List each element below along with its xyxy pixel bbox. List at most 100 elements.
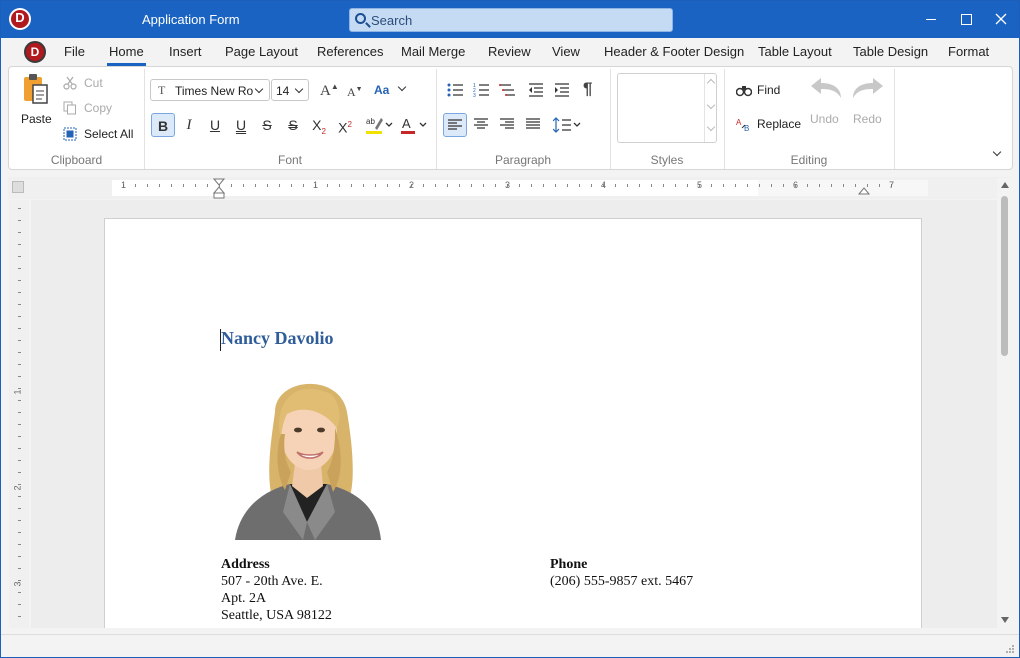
grow-font-button[interactable]: A▲: [320, 82, 339, 100]
italic-button[interactable]: I: [177, 113, 201, 137]
more-styles-icon: [706, 122, 716, 132]
underline-button[interactable]: U: [203, 113, 227, 137]
svg-text:3: 3: [473, 93, 476, 97]
highlight-color-icon[interactable]: ab: [365, 115, 393, 135]
ruler-tick: [747, 184, 748, 187]
vertical-ruler-tick: [18, 472, 21, 473]
font-color-icon[interactable]: A: [399, 115, 427, 135]
search-box[interactable]: [349, 8, 673, 32]
styles-gallery-scrollbar[interactable]: [704, 74, 716, 142]
ruler-tick: [375, 184, 376, 187]
align-right-button[interactable]: [495, 113, 519, 137]
scrollbar-thumb[interactable]: [1001, 196, 1008, 356]
superscript-button[interactable]: X2: [333, 113, 357, 137]
font-size-dropdown[interactable]: 14: [271, 79, 309, 101]
tab-review[interactable]: Review: [488, 44, 531, 59]
replace-button[interactable]: Replace: [757, 117, 801, 131]
scroll-up-icon[interactable]: [1001, 182, 1009, 188]
search-input[interactable]: [371, 11, 661, 29]
address-line-1[interactable]: 507 - 20th Ave. E.: [221, 574, 323, 590]
employee-photo[interactable]: [235, 372, 381, 540]
select-all-button[interactable]: Select All: [84, 127, 133, 141]
redo-icon: [853, 78, 883, 98]
app-window: D Application Form D File Home Insert Pa…: [0, 0, 1020, 658]
ruler-tick: [471, 184, 472, 187]
redo-button[interactable]: Redo: [853, 112, 882, 126]
tab-table-layout[interactable]: Table Layout: [758, 44, 832, 59]
vertical-ruler-tick: [18, 508, 21, 509]
phone-value[interactable]: (206) 555-9857 ext. 5467: [550, 574, 693, 590]
undo-icon: [811, 78, 841, 98]
ruler-tick: [735, 184, 736, 187]
vertical-ruler-tick: [18, 256, 21, 257]
first-line-indent-marker-icon[interactable]: [213, 178, 225, 200]
tab-format[interactable]: Format: [948, 44, 989, 59]
ruler-tick: [435, 184, 436, 187]
ruler-tick: [675, 184, 676, 187]
ruler-tick: [447, 184, 448, 187]
app-menu-logo-icon[interactable]: D: [24, 41, 46, 63]
app-logo-icon[interactable]: D: [9, 8, 31, 30]
paste-icon[interactable]: [21, 73, 51, 107]
strikethrough-button[interactable]: S: [255, 113, 279, 137]
document-canvas[interactable]: Nancy Davolio Address 507 - 20th Ave. E.…: [31, 200, 997, 628]
employee-name-heading[interactable]: Nancy Davolio: [221, 328, 334, 349]
tab-table-design[interactable]: Table Design: [853, 44, 928, 59]
ruler-tick: [819, 184, 820, 187]
double-strikethrough-button[interactable]: S: [281, 113, 305, 137]
line-spacing-icon[interactable]: [553, 117, 581, 133]
ruler-tick: [579, 184, 580, 187]
vertical-ruler-tick: [18, 244, 21, 245]
font-name-dropdown[interactable]: T Times New Roman: [150, 79, 270, 101]
tab-home[interactable]: Home: [107, 44, 146, 66]
tab-header-footer-design[interactable]: Header & Footer Design: [604, 44, 744, 59]
styles-gallery[interactable]: [617, 73, 717, 143]
close-button[interactable]: [983, 1, 1019, 38]
align-center-button[interactable]: [469, 113, 493, 137]
font-group-label: Font: [277, 153, 302, 167]
show-formatting-marks-icon[interactable]: ¶: [583, 79, 592, 99]
vertical-ruler-tick: [18, 316, 21, 317]
find-button[interactable]: Find: [757, 83, 780, 97]
ruler-tick: [243, 184, 244, 187]
cut-button[interactable]: Cut: [84, 76, 103, 90]
align-left-button[interactable]: [443, 113, 467, 137]
vertical-ruler[interactable]: 1 2 3: [9, 200, 29, 628]
chevron-up-icon: [706, 78, 716, 88]
collapse-ribbon-icon[interactable]: [992, 147, 1002, 157]
decrease-indent-icon[interactable]: [529, 83, 543, 97]
tab-stop-selector[interactable]: [12, 181, 24, 193]
maximize-button[interactable]: [948, 1, 984, 38]
tab-file[interactable]: File: [64, 44, 85, 59]
subscript-button[interactable]: X2: [307, 113, 331, 137]
change-case-button[interactable]: Aa: [374, 82, 407, 97]
tab-mail-merge[interactable]: Mail Merge: [401, 44, 465, 59]
scroll-down-icon[interactable]: [1001, 617, 1009, 623]
bullet-list-icon[interactable]: [447, 83, 463, 97]
paste-button[interactable]: Paste: [21, 112, 52, 126]
tab-insert[interactable]: Insert: [169, 44, 202, 59]
tab-view[interactable]: View: [552, 44, 580, 59]
tab-references[interactable]: References: [317, 44, 383, 59]
vertical-scrollbar[interactable]: [997, 178, 1013, 628]
ruler-tick: [399, 184, 400, 187]
address-line-2[interactable]: Apt. 2A: [221, 591, 266, 607]
minimize-button[interactable]: [913, 1, 949, 38]
numbered-list-icon[interactable]: 123: [473, 83, 489, 97]
justify-button[interactable]: [521, 113, 545, 137]
shrink-font-button[interactable]: A▼: [347, 85, 363, 100]
double-underline-button[interactable]: U: [229, 113, 253, 137]
copy-button[interactable]: Copy: [84, 101, 112, 115]
document-page[interactable]: Nancy Davolio Address 507 - 20th Ave. E.…: [104, 218, 922, 628]
bold-button[interactable]: B: [151, 113, 175, 137]
ruler-tick: [615, 184, 616, 187]
undo-button[interactable]: Undo: [810, 112, 839, 126]
phone-label: Phone: [550, 557, 588, 572]
right-indent-marker-icon[interactable]: [858, 186, 870, 196]
resize-grip-icon[interactable]: [1005, 644, 1015, 654]
chevron-down-icon: [294, 84, 304, 94]
multilevel-list-icon[interactable]: [499, 83, 515, 97]
address-line-3[interactable]: Seattle, USA 98122: [221, 608, 332, 624]
increase-indent-icon[interactable]: [555, 83, 569, 97]
tab-page-layout[interactable]: Page Layout: [225, 44, 298, 59]
